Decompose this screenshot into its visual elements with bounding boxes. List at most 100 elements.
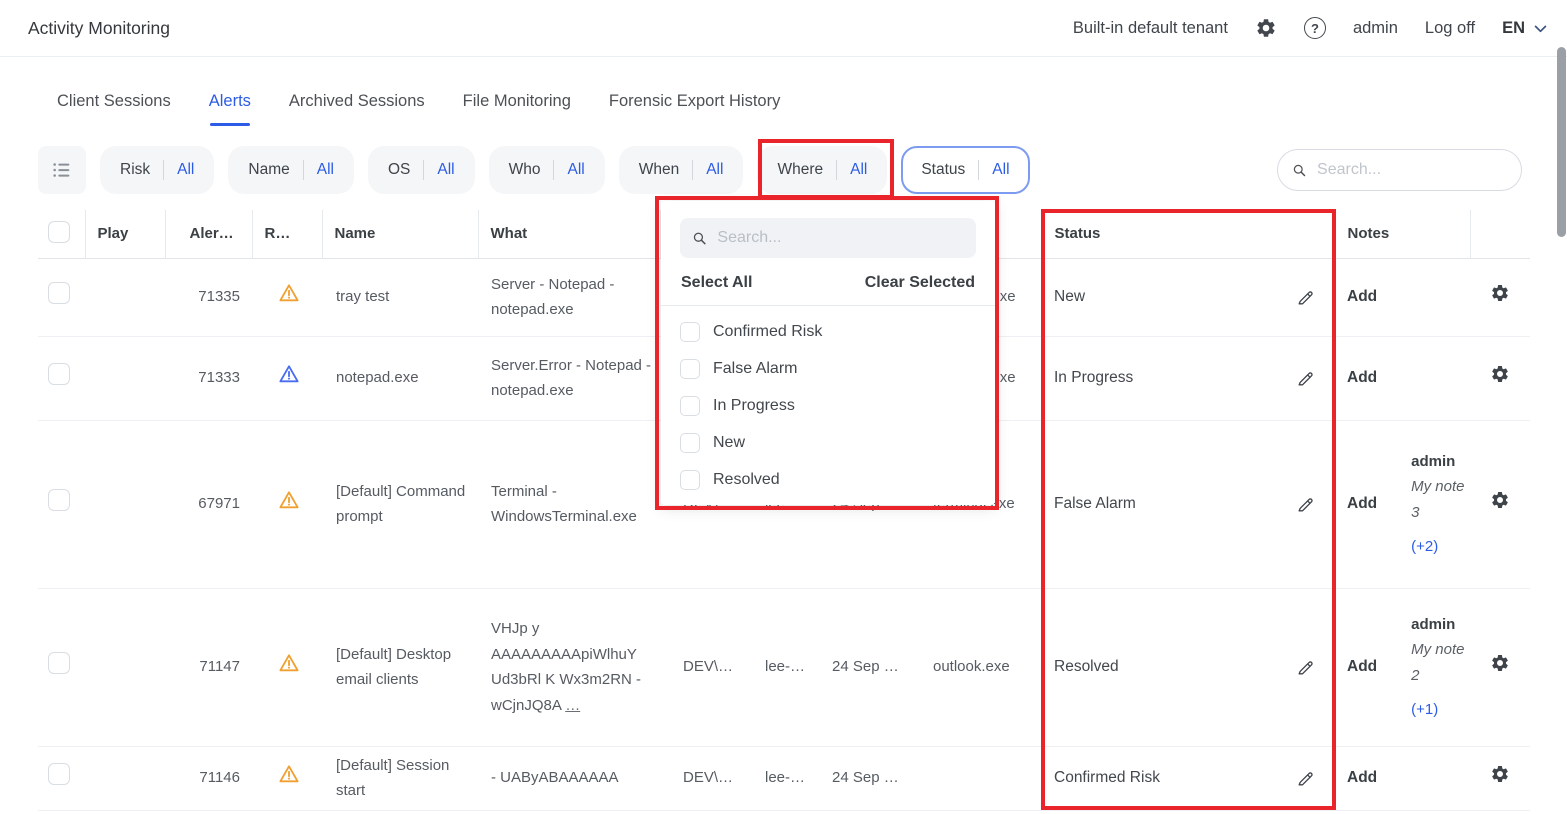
dropdown-search-input[interactable]: [717, 229, 964, 247]
status-value: In Progress: [1054, 365, 1133, 391]
filter-chip-name[interactable]: NameAll: [228, 146, 354, 194]
column-header-alert-id[interactable]: Aler…: [165, 210, 252, 258]
language-label: EN: [1502, 19, 1525, 38]
row-checkbox[interactable]: [48, 282, 70, 304]
filter-chip-status[interactable]: StatusAll: [901, 146, 1029, 194]
note-preview: admin My note 3 (+2): [1411, 449, 1470, 560]
search-input[interactable]: [1317, 161, 1507, 179]
row-settings-icon[interactable]: [1490, 764, 1510, 784]
alert-what: - UAByABAAAAAA: [478, 746, 660, 810]
select-all-button[interactable]: Select All: [681, 274, 752, 292]
risk-warning-icon: [278, 763, 300, 785]
add-note-button[interactable]: Add: [1347, 491, 1377, 517]
table-row: 71146 [Default] Session start - UAByABAA…: [38, 746, 1530, 810]
status-value: Confirmed Risk: [1054, 765, 1160, 791]
alert-what: Server - Notepad - notepad.exe: [478, 258, 660, 336]
add-note-button[interactable]: Add: [1347, 765, 1377, 791]
option-in-progress[interactable]: In Progress: [680, 387, 976, 424]
column-header-what[interactable]: What: [478, 210, 660, 258]
edit-status-icon[interactable]: [1296, 769, 1315, 788]
alert-name: [Default] Command prompt: [322, 420, 478, 588]
edit-status-icon[interactable]: [1296, 658, 1315, 677]
row-settings-icon[interactable]: [1490, 653, 1510, 673]
filter-chip-os[interactable]: OSAll: [368, 146, 475, 194]
row-settings-icon[interactable]: [1490, 490, 1510, 510]
row-checkbox[interactable]: [48, 489, 70, 511]
user-menu[interactable]: admin: [1353, 19, 1398, 38]
tab-file-monitoring[interactable]: File Monitoring: [463, 92, 571, 126]
clear-selected-button[interactable]: Clear Selected: [865, 274, 975, 292]
alert-id: 71335: [165, 258, 252, 336]
option-false-alarm[interactable]: False Alarm: [680, 350, 976, 387]
row-checkbox[interactable]: [48, 363, 70, 385]
tab-alerts[interactable]: Alerts: [209, 92, 251, 126]
more-notes-link[interactable]: (+2): [1411, 534, 1438, 560]
alert-process: [910, 746, 1042, 810]
note-preview: admin My note 2 (+1): [1411, 612, 1470, 723]
settings-icon[interactable]: [1255, 17, 1277, 39]
filter-chip-where[interactable]: WhereAll: [757, 146, 887, 194]
alert-where: lee-…: [742, 588, 810, 746]
language-selector[interactable]: EN: [1502, 19, 1549, 38]
what-more-link[interactable]: …: [565, 697, 580, 714]
note-text: My note 2: [1411, 637, 1470, 688]
column-header-risk[interactable]: R…: [252, 210, 322, 258]
add-note-button[interactable]: Add: [1347, 654, 1377, 680]
alert-who: DEV\…: [660, 588, 742, 746]
column-header-play[interactable]: Play: [85, 210, 165, 258]
alert-when: 24 Sep …: [810, 588, 910, 746]
alert-process: outlook.exe: [910, 588, 1042, 746]
tenant-name: Built-in default tenant: [1073, 19, 1228, 38]
checkbox[interactable]: [680, 396, 700, 416]
row-checkbox[interactable]: [48, 763, 70, 785]
edit-status-icon[interactable]: [1296, 369, 1315, 388]
row-checkbox[interactable]: [48, 652, 70, 674]
alert-where: lee-…: [742, 746, 810, 810]
search-icon: [692, 230, 707, 247]
risk-warning-icon: [278, 652, 300, 674]
vertical-scrollbar[interactable]: [1557, 47, 1566, 237]
filter-chip-who[interactable]: WhoAll: [489, 146, 605, 194]
tab-archived-sessions[interactable]: Archived Sessions: [289, 92, 425, 126]
alert-what: VHJp y AAAAAAAAApiWlhuY Ud3bRl K Wx3m2RN…: [478, 588, 660, 746]
checkbox[interactable]: [680, 470, 700, 490]
status-value: Resolved: [1054, 654, 1119, 680]
column-list-button[interactable]: [38, 146, 86, 194]
tab-forensic-export-history[interactable]: Forensic Export History: [609, 92, 780, 126]
edit-status-icon[interactable]: [1296, 495, 1315, 514]
column-header-status[interactable]: Status: [1042, 210, 1335, 258]
edit-status-icon[interactable]: [1296, 288, 1315, 307]
option-resolved[interactable]: Resolved: [680, 461, 976, 498]
checkbox[interactable]: [680, 433, 700, 453]
filter-bar: RiskAll NameAll OSAll WhoAll WhenAll Whe…: [38, 146, 1522, 194]
note-author: admin: [1411, 449, 1470, 475]
chevron-down-icon: [1532, 20, 1549, 37]
status-filter-dropdown: Select All Clear Selected Confirmed Risk…: [661, 201, 995, 505]
dropdown-search: [680, 218, 976, 258]
risk-info-icon: [278, 363, 300, 385]
column-header-notes[interactable]: Notes: [1335, 210, 1470, 258]
checkbox[interactable]: [680, 359, 700, 379]
search-icon: [1292, 162, 1307, 179]
option-confirmed-risk[interactable]: Confirmed Risk: [680, 313, 976, 350]
checkbox[interactable]: [680, 322, 700, 342]
log-off-button[interactable]: Log off: [1425, 19, 1475, 38]
alert-name: [Default] Desktop email clients: [322, 588, 478, 746]
option-new[interactable]: New: [680, 424, 976, 461]
help-icon[interactable]: ?: [1304, 17, 1326, 39]
tab-client-sessions[interactable]: Client Sessions: [57, 92, 171, 126]
select-all-checkbox[interactable]: [48, 221, 70, 243]
alert-what: Terminal - WindowsTerminal.exe: [478, 420, 660, 588]
add-note-button[interactable]: Add: [1347, 284, 1377, 310]
column-header-name[interactable]: Name: [322, 210, 478, 258]
row-settings-icon[interactable]: [1490, 283, 1510, 303]
list-icon: [51, 159, 73, 181]
filter-chip-when[interactable]: WhenAll: [619, 146, 744, 194]
add-note-button[interactable]: Add: [1347, 365, 1377, 391]
page-title: Activity Monitoring: [28, 18, 170, 39]
more-notes-link[interactable]: (+1): [1411, 697, 1438, 723]
row-settings-icon[interactable]: [1490, 364, 1510, 384]
note-text: My note 3: [1411, 474, 1470, 525]
filter-chip-risk[interactable]: RiskAll: [100, 146, 214, 194]
alert-name: tray test: [322, 258, 478, 336]
